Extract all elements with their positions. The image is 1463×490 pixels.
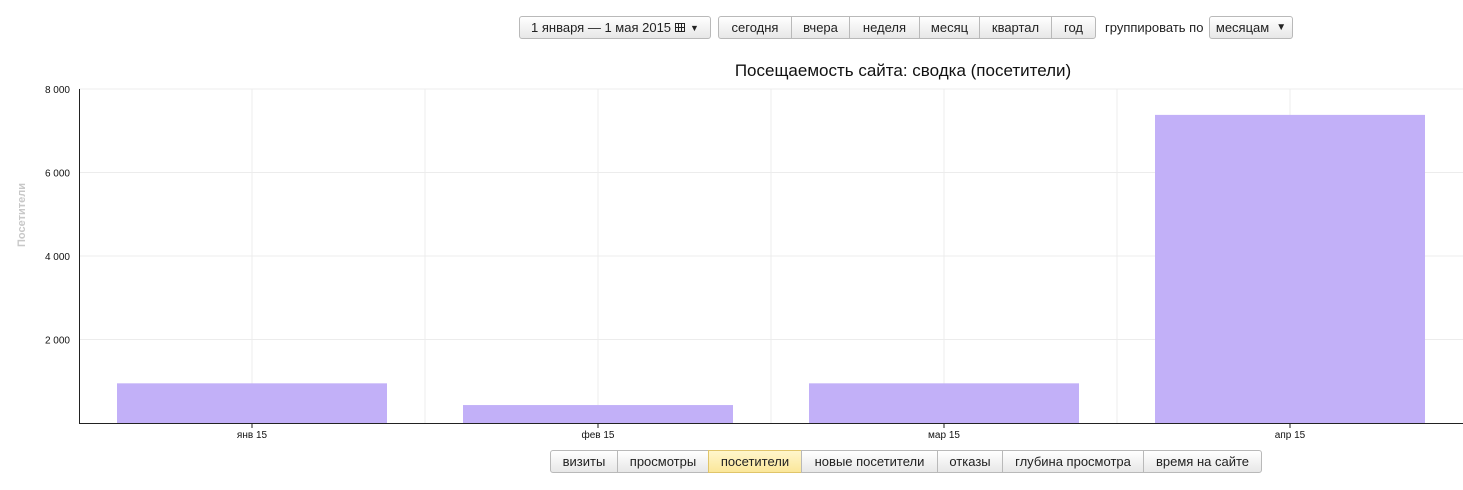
y-tick-labels: 2 000 4 000 6 000 8 000 — [45, 85, 70, 347]
visitors-bar-chart: Посещаемость сайта: сводка (посетители) … — [16, 61, 1463, 441]
tab-time-on-site[interactable]: время на сайте — [1143, 450, 1262, 473]
tab-bounces[interactable]: отказы — [937, 450, 1003, 473]
tab-pageviews[interactable]: просмотры — [617, 450, 709, 473]
y-tick-label: 4 000 — [45, 252, 70, 263]
y-tick-label: 2 000 — [45, 336, 70, 347]
x-tick-label: фев 15 — [581, 429, 614, 441]
x-tick-labels: янв 15 фев 15 мар 15 апр 15 — [237, 429, 1306, 441]
tab-visitors[interactable]: посетители — [708, 450, 802, 473]
chart-title: Посещаемость сайта: сводка (посетители) — [735, 61, 1071, 80]
x-tick-label: мар 15 — [928, 430, 960, 441]
metric-tabs: визиты просмотры посетители новые посети… — [550, 450, 1262, 473]
bar-2 — [809, 383, 1079, 423]
bar-3 — [1155, 114, 1425, 423]
y-tick-label: 6 000 — [45, 169, 70, 180]
tab-depth[interactable]: глубина просмотра — [1002, 450, 1144, 473]
x-tick-label: апр 15 — [1275, 430, 1306, 441]
y-tick-label: 8 000 — [45, 85, 70, 96]
tab-visits[interactable]: визиты — [550, 450, 618, 473]
bar-0 — [117, 383, 387, 423]
bar-1 — [463, 405, 733, 423]
tab-new-visitors[interactable]: новые посетители — [801, 450, 938, 473]
x-tick-label: янв 15 — [237, 430, 268, 441]
y-axis-label: Посетители — [16, 183, 28, 247]
